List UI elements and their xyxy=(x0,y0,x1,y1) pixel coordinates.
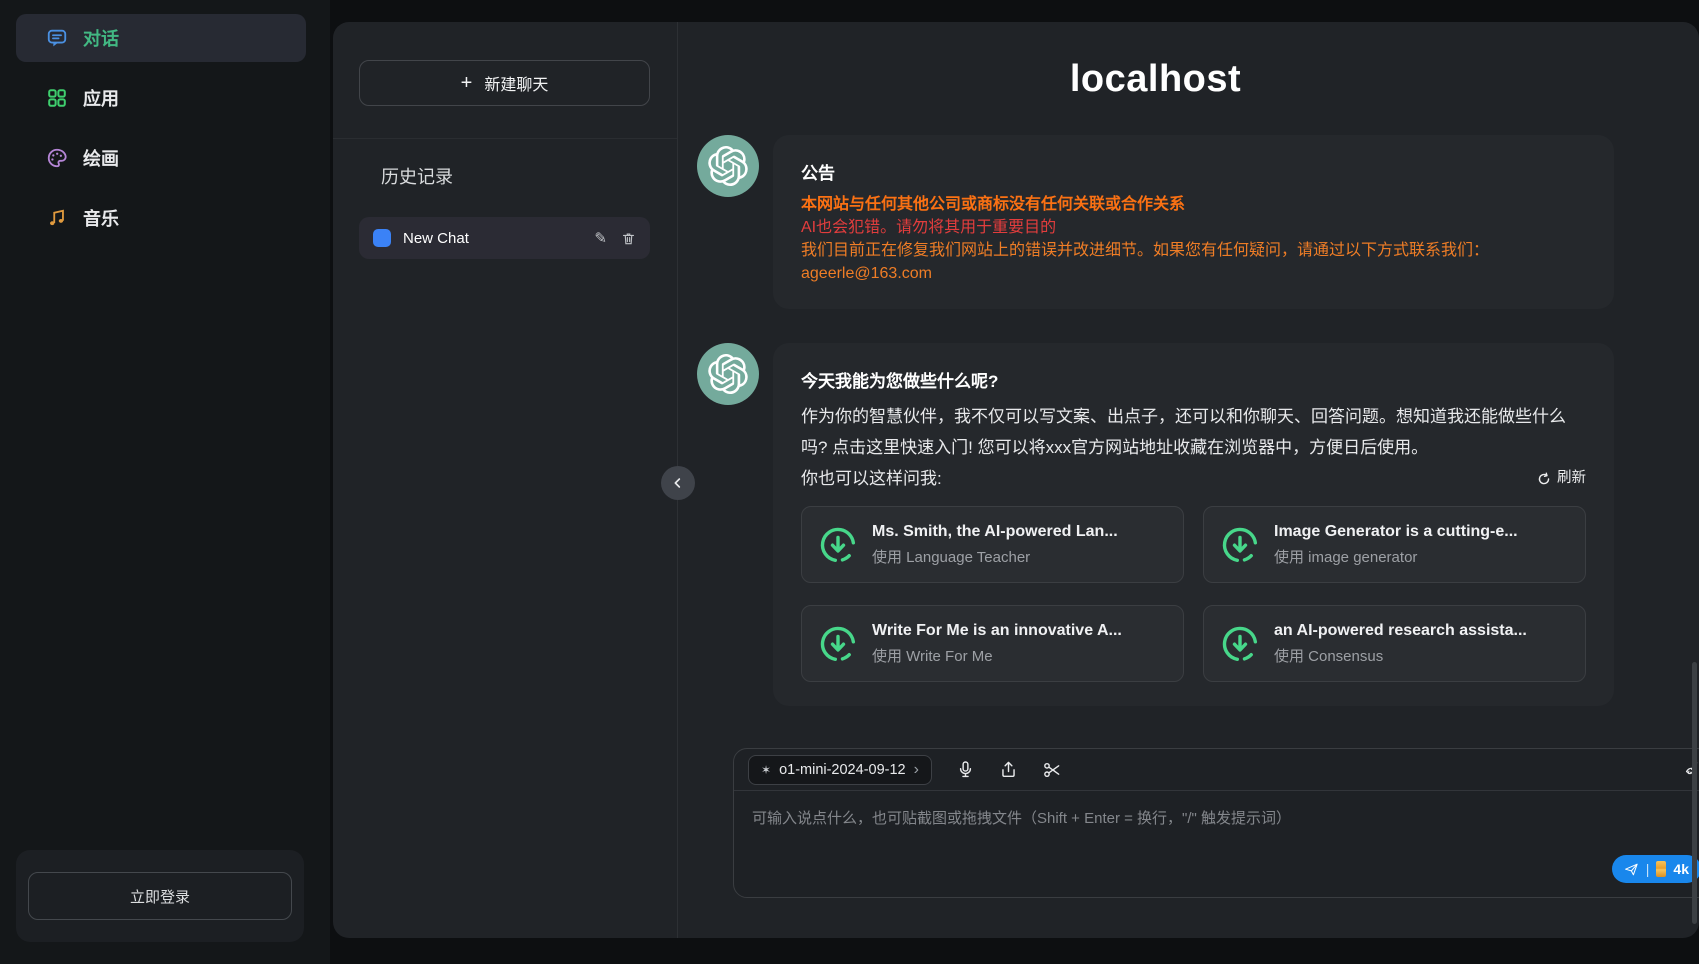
chat-bubble-icon xyxy=(46,27,68,49)
announcement-line: 本网站与任何其他公司或商标没有任何关联或合作关系 xyxy=(801,193,1586,216)
plus-icon: + xyxy=(461,73,473,93)
openai-logo-icon xyxy=(708,146,748,186)
new-chat-button[interactable]: + 新建聊天 xyxy=(359,60,650,106)
welcome-heading: 今天我能为您做些什么呢? xyxy=(801,367,1586,392)
suggestion-title: Write For Me is an innovative A... xyxy=(872,622,1122,640)
assistant-message-welcome: 今天我能为您做些什么呢? 作为你的智慧伙伴，我不仅可以写文案、出点子，还可以和你… xyxy=(697,343,1614,706)
arrow-down-circle-icon xyxy=(818,525,858,565)
model-selector[interactable]: ✶ o1-mini-2024-09-12 › xyxy=(748,755,932,785)
suggestion-card[interactable]: an AI-powered research assista... 使用 Con… xyxy=(1203,605,1586,682)
assistant-avatar xyxy=(697,343,759,405)
suggestion-title: Ms. Smith, the AI-powered Lan... xyxy=(872,523,1118,541)
suggestion-subtitle: 使用 Write For Me xyxy=(872,645,1122,666)
music-note-icon xyxy=(46,207,68,229)
token-count: 4k xyxy=(1673,861,1689,877)
history-title: 历史记录 xyxy=(381,163,650,189)
refresh-label: 刷新 xyxy=(1557,463,1586,494)
chevron-right-icon: › xyxy=(914,762,919,778)
delete-icon[interactable] xyxy=(621,231,636,246)
edit-icon[interactable]: ✎ xyxy=(594,231,607,246)
send-plane-icon xyxy=(1624,862,1639,877)
sidebar: 对话 应用 绘画 xyxy=(0,0,330,964)
sidebar-item-label: 音乐 xyxy=(83,205,119,231)
suggestion-title: Image Generator is a cutting-e... xyxy=(1274,523,1518,541)
chat-item-icon xyxy=(373,229,391,247)
model-name: o1-mini-2024-09-12 xyxy=(779,762,906,778)
microphone-button[interactable] xyxy=(956,760,975,779)
arrow-down-circle-icon xyxy=(1220,525,1260,565)
new-chat-label: 新建聊天 xyxy=(484,71,548,95)
refresh-icon xyxy=(1537,472,1551,486)
suggestion-grid: Ms. Smith, the AI-powered Lan... 使用 Lang… xyxy=(801,506,1586,682)
sidebar-item-label: 对话 xyxy=(83,25,119,51)
ask-label: 你也可以这样问我: xyxy=(801,463,942,494)
token-coin-icon xyxy=(1656,861,1666,877)
chat-main-column: localhost 公告 本网站与任何其他公司或商标没有任何关联或合作关系 AI… xyxy=(678,22,1699,938)
chat-list-column: + 新建聊天 历史记录 New Chat ✎ xyxy=(333,22,678,938)
main-panel: + 新建聊天 历史记录 New Chat ✎ localhost xyxy=(333,22,1699,938)
announcement-line: 我们目前正在修复我们网站上的错误并改进细节。如果您有任何疑问，请通过以下方式联系… xyxy=(801,239,1586,262)
suggestion-card[interactable]: Write For Me is an innovative A... 使用 Wr… xyxy=(801,605,1184,682)
assistant-message-announcement: 公告 本网站与任何其他公司或商标没有任何关联或合作关系 AI也会犯错。请勿将其用… xyxy=(697,135,1614,309)
page-title: localhost xyxy=(697,58,1614,101)
announcement-heading: 公告 xyxy=(801,159,1586,184)
upload-button[interactable] xyxy=(999,760,1018,779)
chat-history-item[interactable]: New Chat ✎ xyxy=(359,217,650,259)
login-card: 立即登录 xyxy=(16,850,304,942)
collapse-sidebar-button[interactable] xyxy=(661,466,695,500)
microphone-icon xyxy=(956,760,975,779)
send-button[interactable]: | 4k xyxy=(1612,855,1699,883)
suggestion-subtitle: 使用 Consensus xyxy=(1274,645,1527,666)
sidebar-item-music[interactable]: 音乐 xyxy=(16,194,306,242)
sparkle-icon: ✶ xyxy=(761,763,771,777)
message-input[interactable] xyxy=(734,791,1699,895)
refresh-suggestions-button[interactable]: 刷新 xyxy=(1537,463,1586,494)
suggestion-title: an AI-powered research assista... xyxy=(1274,622,1527,640)
arrow-down-circle-icon xyxy=(1220,624,1260,664)
suggestion-subtitle: 使用 Language Teacher xyxy=(872,546,1118,567)
chat-list-divider xyxy=(333,138,677,139)
send-separator: | xyxy=(1646,861,1650,877)
contact-email-link[interactable]: ageerle@163.com xyxy=(801,262,1586,285)
composer: ✶ o1-mini-2024-09-12 › xyxy=(733,748,1699,898)
scissors-button[interactable] xyxy=(1042,760,1062,780)
chat-item-actions: ✎ xyxy=(594,231,636,246)
welcome-body: 作为你的智慧伙伴，我不仅可以写文案、出点子，还可以和你聊天、回答问题。想知道我还… xyxy=(801,401,1586,463)
chevron-left-icon xyxy=(671,476,685,490)
openai-logo-icon xyxy=(708,354,748,394)
suggestion-card[interactable]: Ms. Smith, the AI-powered Lan... 使用 Lang… xyxy=(801,506,1184,583)
scissors-icon xyxy=(1042,760,1062,780)
palette-icon xyxy=(46,147,68,169)
login-button[interactable]: 立即登录 xyxy=(28,872,292,920)
chat-item-title: New Chat xyxy=(403,230,582,247)
arrow-down-circle-icon xyxy=(818,624,858,664)
scrollbar-thumb[interactable] xyxy=(1692,662,1697,924)
announcement-line: AI也会犯错。请勿将其用于重要目的 xyxy=(801,216,1586,239)
welcome-bubble: 今天我能为您做些什么呢? 作为你的智慧伙伴，我不仅可以写文案、出点子，还可以和你… xyxy=(773,343,1614,706)
composer-toolbar: ✶ o1-mini-2024-09-12 › xyxy=(734,749,1699,791)
upload-icon xyxy=(999,760,1018,779)
sidebar-item-chat[interactable]: 对话 xyxy=(16,14,306,62)
sidebar-item-label: 应用 xyxy=(83,85,119,111)
suggestion-card[interactable]: Image Generator is a cutting-e... 使用 ima… xyxy=(1203,506,1586,583)
announcement-bubble: 公告 本网站与任何其他公司或商标没有任何关联或合作关系 AI也会犯错。请勿将其用… xyxy=(773,135,1614,309)
assistant-avatar xyxy=(697,135,759,197)
suggestion-subtitle: 使用 image generator xyxy=(1274,546,1518,567)
apps-grid-icon xyxy=(46,87,68,109)
sidebar-item-drawing[interactable]: 绘画 xyxy=(16,134,306,182)
sidebar-item-label: 绘画 xyxy=(83,145,119,171)
sidebar-item-apps[interactable]: 应用 xyxy=(16,74,306,122)
